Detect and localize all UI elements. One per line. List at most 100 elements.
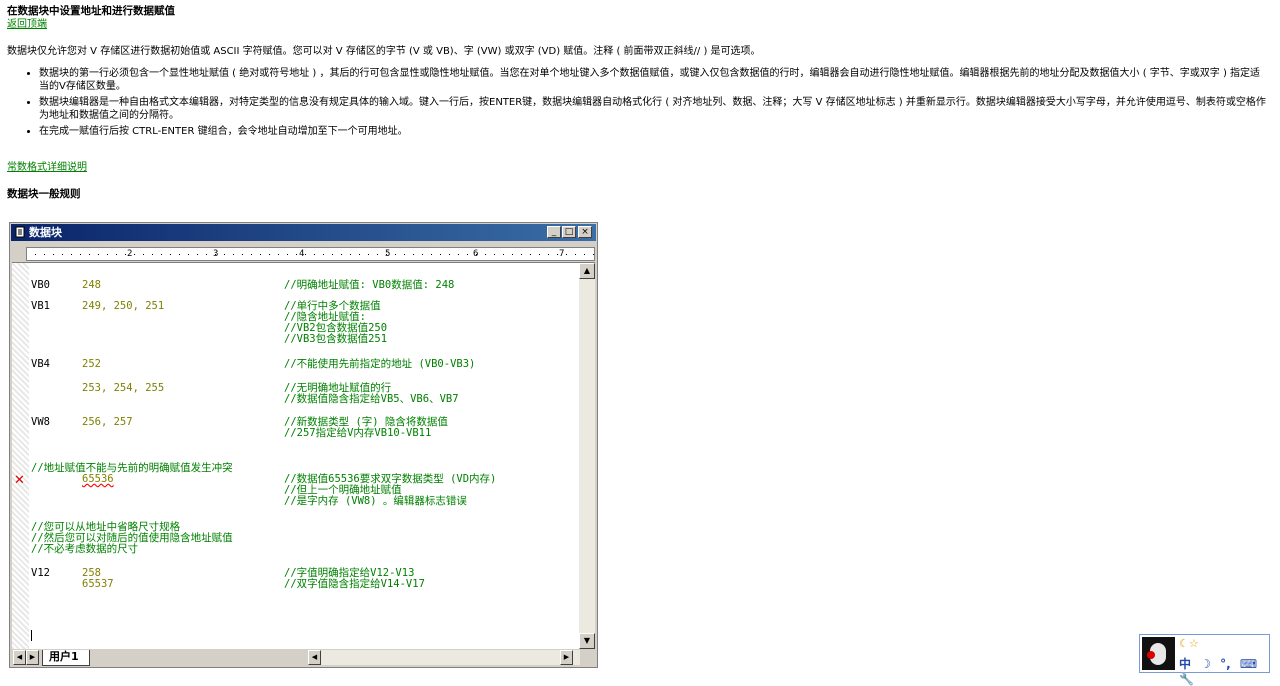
ruler-tick [458,254,459,255]
wrench-icon[interactable]: 🔧 [1179,672,1194,686]
ruler-tick [386,254,387,255]
address: VB0 [31,279,50,291]
bottom-bar: ◀ ▶ 用户1 ◀ ▶ [12,650,595,666]
ruler-strip: 2 3 4 5 6 7 [26,247,595,261]
ruler-tick [278,254,279,255]
ruler-tick [170,254,171,255]
ruler-tick [368,254,369,255]
ruler-tick [377,254,378,255]
ruler-tick [584,254,585,255]
code-editor[interactable]: VB0 248 //明确地址赋值: VB0数据值: 248 VB1 249, 2… [12,263,579,649]
data-value: 253, 254, 255 [82,382,165,394]
window-titlebar[interactable]: 数据块 _ □ × [11,224,596,241]
minimize-button[interactable]: _ [547,226,561,238]
vertical-scrollbar[interactable]: ▲ ▼ [579,263,595,649]
ruler-tick [233,254,234,255]
tab-user1[interactable]: 用户1 [42,650,90,666]
ruler-tick [71,254,72,255]
ruler-tick [332,254,333,255]
constant-format-link[interactable]: 常数格式详细说明 [7,161,1269,174]
ime-toolbar[interactable]: ☾☆ 中 ☽ °, ⌨ 🔧 [1139,634,1270,686]
ruler-tick [143,254,144,255]
data-value: 252 [82,358,101,370]
moon-star-icon: ☾☆ [1179,637,1199,650]
ime-buttons: 中 ☽ °, ⌨ 🔧 [1179,655,1269,686]
scroll-right-button[interactable]: ▶ [560,650,573,665]
ruler-tick [296,254,297,255]
ruler-tick [161,254,162,255]
ruler-tick [530,254,531,255]
data-value: 248 [82,279,101,291]
ruler-tick [134,254,135,255]
page-title: 在数据块中设置地址和进行数据赋值 [7,5,175,17]
window-title: 数据块 [29,226,62,239]
ruler-tick [503,254,504,255]
ruler-number: 4 [299,249,305,259]
address: VB1 [31,300,50,312]
data-value: 256, 257 [82,416,133,428]
ruler-tick [215,254,216,255]
ruler-tick [566,254,567,255]
text-cursor [31,630,32,641]
ruler-tick [467,254,468,255]
ruler-number: 7 [559,249,565,259]
section-heading: 数据块一般规则 [7,187,81,200]
ruler-tick [188,254,189,255]
editor-gutter [12,263,29,649]
ruler-tick [314,254,315,255]
comment: //地址赋值不能与先前的明确赋值发生冲突 [31,462,233,474]
ruler-tick [494,254,495,255]
ruler-tick [287,254,288,255]
ruler-tick [404,254,405,255]
ruler-tick [440,254,441,255]
comment: //不能使用先前指定的地址 (VB0-VB3) [284,358,476,370]
tab-next-button[interactable]: ▶ [26,650,39,665]
comment: //VB3包含数据值251 [284,333,388,345]
ruler-tick [98,254,99,255]
ruler-tick [179,254,180,255]
keyboard-icon[interactable]: ⌨ [1240,657,1257,671]
comment: //是字内存 (VW8) 。编辑器标志错误 [284,495,467,507]
tab-prev-button[interactable]: ◀ [13,650,26,665]
intro-paragraph: 数据块仅允许您对 V 存储区进行数据初始值或 ASCII 字符赋值。您可以对 V… [7,46,761,57]
ruler-tick [35,254,36,255]
comment: //明确地址赋值: VB0数据值: 248 [284,279,455,291]
scroll-down-button[interactable]: ▼ [579,633,595,649]
horizontal-scrollbar[interactable]: ◀ ▶ [308,650,580,665]
ruler-tick [260,254,261,255]
restore-button[interactable]: □ [562,226,576,238]
avatar-accent [1147,651,1155,659]
halfwidth-icon[interactable]: ☽ [1200,657,1211,671]
scroll-left-button[interactable]: ◀ [308,650,321,665]
ruler-tick [269,254,270,255]
ruler-tick [512,254,513,255]
list-item: 数据块的第一行必须包含一个显性地址赋值 ( 绝对或符号地址 ) ，其后的行可包含… [39,68,1269,93]
address: VB4 [31,358,50,370]
data-value: 249, 250, 251 [82,300,165,312]
punctuation-icon[interactable]: °, [1220,657,1231,671]
chinese-mode-button[interactable]: 中 [1179,657,1191,671]
ruler-tick [152,254,153,255]
ruler-tick [548,254,549,255]
avatar [1142,637,1175,670]
red-x-icon[interactable]: ✕ [14,474,25,487]
address: VW8 [31,416,50,428]
ruler-tick [305,254,306,255]
ruler-tick [521,254,522,255]
ruler-tick [251,254,252,255]
ruler-tick [224,254,225,255]
ruler-tick [395,254,396,255]
error-data-value: 65536 [82,473,114,485]
ruler-tick [422,254,423,255]
ruler-tick [116,254,117,255]
list-item: 在完成一赋值行后按 CTRL-ENTER 键组合，会令地址自动增加至下一个可用地… [39,126,1269,139]
back-to-top-link[interactable]: 返回顶端 [7,19,47,30]
ruler-tick [575,254,576,255]
ruler-tick [593,254,594,255]
ruler-tick [107,254,108,255]
address: V12 [31,567,50,579]
close-button[interactable]: × [578,226,592,238]
list-item: 数据块编辑器是一种自由格式文本编辑器，对特定类型的信息没有规定具体的输入域。键入… [39,97,1269,122]
scroll-up-button[interactable]: ▲ [579,263,595,279]
ruler-tick [485,254,486,255]
